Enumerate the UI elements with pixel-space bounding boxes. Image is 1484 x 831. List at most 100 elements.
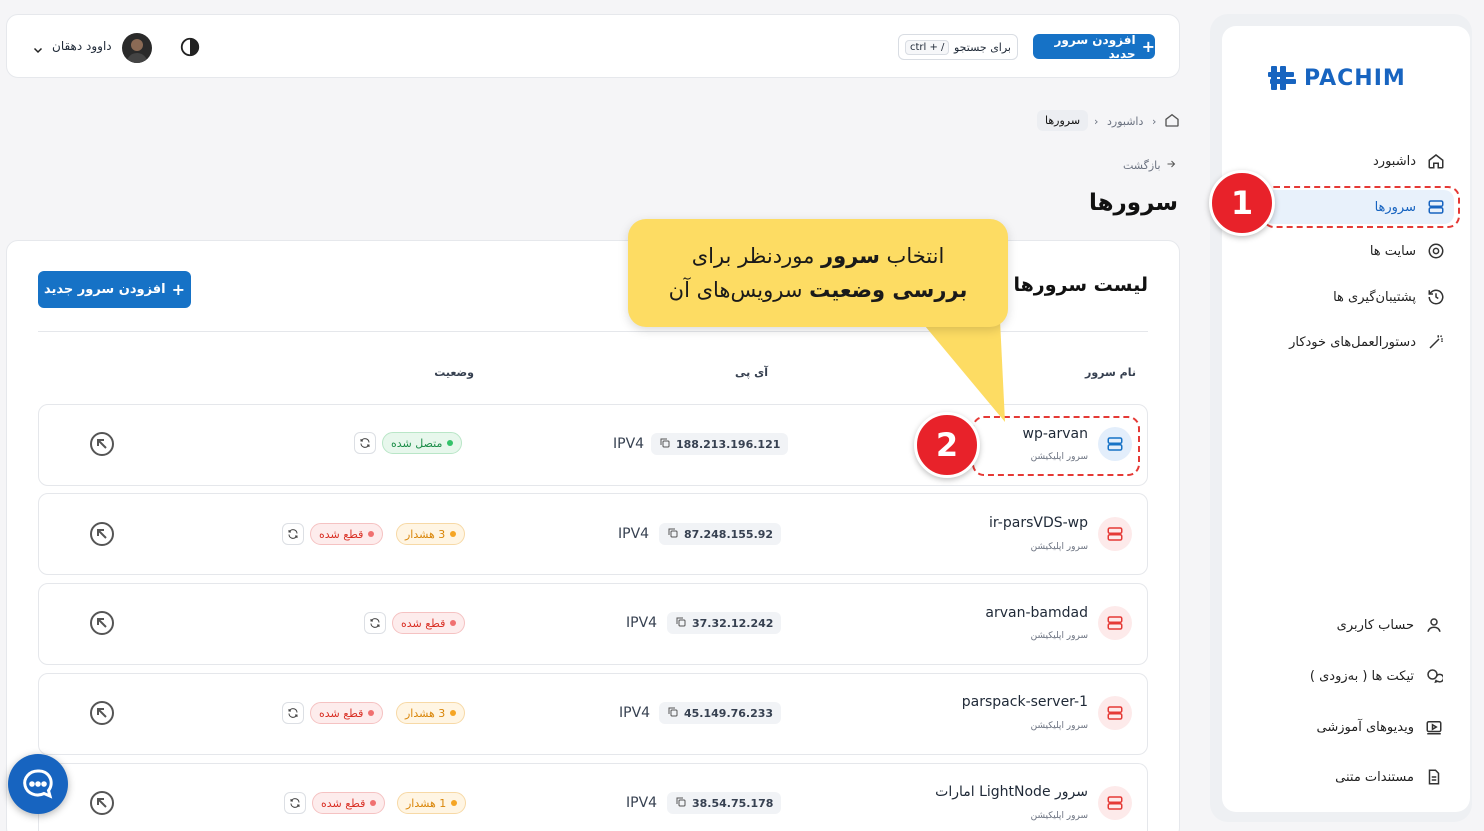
server-name[interactable]: parspack-server-1 [962, 694, 1088, 710]
server-type: سرور اپلیکیشن [1030, 721, 1088, 731]
breadcrumb-separator: ‹ [1152, 115, 1157, 128]
sidebar-item-videos[interactable]: ویدیوهای آموزشی [1317, 710, 1444, 744]
breadcrumb-dashboard[interactable]: داشبورد [1107, 115, 1143, 128]
open-server-button[interactable] [89, 610, 115, 636]
column-header-name: نام سرور [1085, 366, 1136, 379]
sidebar-item-dashboard[interactable]: داشبورد [1373, 144, 1446, 178]
status-dot [447, 440, 454, 446]
copy-icon [667, 706, 679, 721]
sidebar-item-label: پشتیبان‌گیری ها [1333, 289, 1416, 305]
refresh-button[interactable] [364, 612, 386, 634]
warning-badge: 3 هشدار [396, 702, 466, 724]
server-name[interactable]: arvan-bamdad [985, 605, 1088, 621]
sidebar-item-docs[interactable]: مستندات متنی [1335, 760, 1444, 794]
refresh-button[interactable] [354, 432, 376, 454]
ip-version: IPV4 [626, 615, 658, 631]
chrome-icon [1426, 241, 1446, 261]
plus-icon: + [171, 280, 186, 299]
warning-badge: 3 هشدار [396, 523, 466, 545]
status-dot [450, 710, 457, 716]
chat-bubble-icon [23, 769, 53, 799]
server-name[interactable]: سرور LightNode امارات [935, 784, 1088, 800]
refresh-button[interactable] [282, 523, 304, 545]
header-add-server-button[interactable]: + افزودن سرور جدید [1033, 33, 1155, 61]
arrow-up-left-icon [90, 522, 114, 546]
refresh-button[interactable] [282, 702, 304, 724]
ip-copy-button[interactable]: 38.54.75.178 [667, 792, 782, 814]
table-row[interactable] [38, 583, 1148, 665]
ip-version: IPV4 [626, 795, 658, 811]
video-icon [1424, 717, 1444, 737]
back-link[interactable]: بازگشت [1123, 158, 1177, 173]
callout-pointer [920, 320, 1005, 422]
history-icon [1426, 287, 1446, 307]
search-label: برای جستجو [953, 40, 1011, 54]
sidebar-item-label: داشبورد [1373, 153, 1416, 169]
ip-version: IPV4 [613, 436, 645, 452]
ip-copy-button[interactable]: 87.248.155.92 [659, 523, 782, 545]
theme-toggle-icon[interactable] [179, 36, 201, 58]
sidebar-item-label: تیکت ها ( به‌زودی ) [1309, 668, 1414, 684]
sidebar-item-sites[interactable]: سایت ها [1370, 234, 1446, 268]
arrow-up-left-icon [90, 791, 114, 815]
server-icon [1098, 786, 1132, 820]
ip-copy-button[interactable]: 37.32.12.242 [667, 612, 782, 634]
breadcrumb-home-icon[interactable] [1164, 112, 1180, 132]
sidebar-item-account[interactable]: حساب کاربری [1337, 608, 1444, 642]
sidebar-item-tickets[interactable]: تیکت ها ( به‌زودی ) [1310, 659, 1444, 693]
copy-icon [675, 796, 687, 811]
column-header-ip: آی پی [735, 366, 768, 379]
sidebar-item-label: دستورالعمل‌های خودکار [1289, 334, 1416, 350]
server-icon [1098, 696, 1132, 730]
arrow-right-icon [1165, 158, 1177, 173]
logo-text: PACHIM [1304, 65, 1406, 91]
sidebar-item-label: ویدیوهای آموزشی [1316, 719, 1414, 735]
avatar[interactable] [122, 33, 152, 63]
status-dot [451, 800, 458, 806]
ip-version: IPV4 [618, 526, 650, 542]
server-type: سرور اپلیکیشن [1030, 542, 1088, 552]
ip-copy-button[interactable]: 188.213.196.121 [651, 433, 789, 455]
column-header-status: وضعیت [434, 366, 474, 379]
ip-version: IPV4 [619, 705, 651, 721]
status-badge: قطع شده [392, 612, 466, 634]
open-server-button[interactable] [89, 431, 115, 457]
support-chat-button[interactable] [8, 754, 68, 814]
open-server-button[interactable] [89, 790, 115, 816]
document-icon [1424, 767, 1444, 787]
callout-line-1: انتخاب سرور موردنظر برای [691, 244, 945, 268]
sidebar-item-backups[interactable]: پشتیبان‌گیری ها [1333, 280, 1446, 314]
open-server-button[interactable] [89, 700, 115, 726]
server-icon [1098, 606, 1132, 640]
breadcrumb-separator: ‹ [1094, 115, 1099, 128]
sidebar-item-automation[interactable]: دستورالعمل‌های خودکار [1289, 325, 1446, 359]
status-badge: متصل شده [382, 432, 463, 454]
arrow-up-left-icon [90, 432, 114, 456]
sidebar-item-label: مستندات متنی [1335, 769, 1414, 785]
refresh-icon [370, 618, 380, 628]
chat-icon [1424, 666, 1444, 686]
refresh-icon [360, 438, 370, 448]
chevron-down-icon[interactable] [32, 41, 44, 60]
brand-logo[interactable]: PACHIM [1268, 62, 1438, 94]
home-icon [1426, 151, 1446, 171]
copy-icon [667, 527, 679, 542]
page-title: سرورها [1088, 190, 1178, 216]
copy-icon [659, 437, 671, 452]
user-name[interactable]: داوود دهقان [52, 39, 112, 53]
add-server-button[interactable]: + افزودن سرور جدید [38, 271, 191, 308]
ip-copy-button[interactable]: 45.149.76.233 [659, 702, 782, 724]
table-row[interactable] [38, 673, 1148, 755]
step-marker-1: 1 [1209, 170, 1275, 236]
open-server-button[interactable] [89, 521, 115, 547]
warning-badge: 1 هشدار [397, 792, 467, 814]
status-badge: قطع شده [310, 702, 384, 724]
status-dot [368, 531, 375, 537]
status-dot [450, 620, 457, 626]
table-row[interactable] [38, 493, 1148, 575]
server-name[interactable]: ir-parsVDS-wp [989, 515, 1088, 531]
search-button[interactable]: برای جستجو ctrl + / [898, 34, 1018, 60]
refresh-icon [290, 798, 300, 808]
arrow-up-left-icon [90, 701, 114, 725]
refresh-button[interactable] [284, 792, 306, 814]
